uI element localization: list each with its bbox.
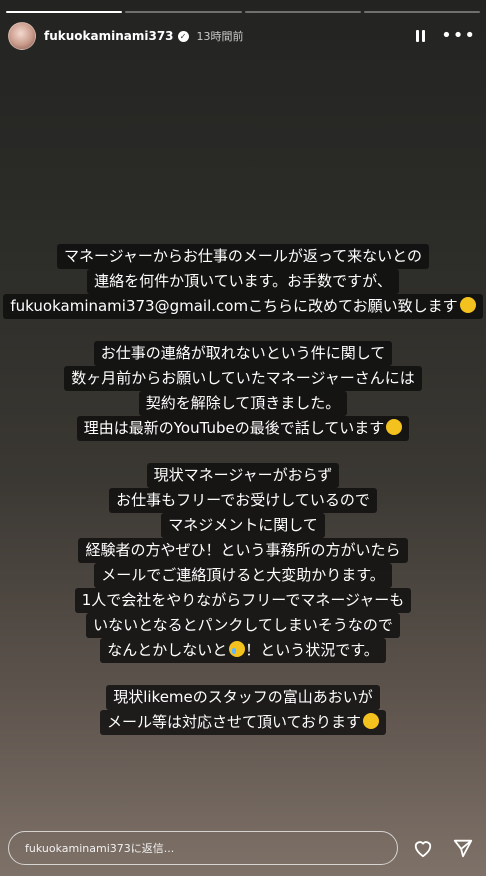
- verified-badge-icon: ✓: [177, 30, 189, 42]
- text-line: メール等は対応させて頂いております: [99, 710, 387, 735]
- text-line: いないとなるとパンクしてしまいそうなので: [86, 613, 400, 638]
- paragraph-2: お仕事の連絡が取れないという件に関して 数ヶ月前からお願いしていたマネージャーさ…: [0, 341, 486, 441]
- text-line: 理由は最新のYouTubeの最後で話しています: [76, 416, 410, 441]
- progress-segment: [125, 11, 242, 13]
- text-line: 経験者の方やぜひ！という事務所の方がいたら: [78, 538, 408, 563]
- text-line: お仕事の連絡が取れないという件に関して: [93, 341, 393, 366]
- bowing-emoji-icon: [386, 419, 403, 435]
- text-line: 契約を解除して頂きました。: [138, 391, 348, 416]
- story-progress-bar: [6, 11, 480, 13]
- pause-icon[interactable]: [416, 30, 426, 42]
- text-line: 連絡を何件か頂いています。お手数ですが、: [87, 269, 399, 294]
- avatar[interactable]: [8, 22, 36, 50]
- text-line: マネージャーからお仕事のメールが返って来ないとの: [56, 244, 430, 269]
- username[interactable]: fukuokaminami373: [44, 29, 174, 43]
- paragraph-1: マネージャーからお仕事のメールが返って来ないとの 連絡を何件か頂いています。お手…: [0, 244, 486, 319]
- text-line: 1人で会社をやりながらフリーでマネージャーも: [74, 588, 412, 613]
- text-line: 現状likemeのスタッフの富山あおいが: [106, 685, 380, 710]
- text-line: メールでご連絡頂けると大変助かります。: [94, 563, 392, 588]
- progress-segment: [6, 11, 123, 13]
- text-line: 現状マネージャーがおらず: [146, 463, 340, 488]
- post-time: 13時間前: [196, 30, 244, 43]
- text-line: お仕事もフリーでお受けしているので: [109, 488, 377, 513]
- paragraph-3: 現状マネージャーがおらず お仕事もフリーでお受けしているので マネジメントに関し…: [0, 463, 486, 663]
- story-header: fukuokaminami373 ✓ 13時間前 •••: [8, 22, 478, 50]
- more-icon[interactable]: •••: [441, 27, 476, 45]
- story-text: マネージャーからお仕事のメールが返って来ないとの 連絡を何件か頂いています。お手…: [0, 244, 486, 757]
- text-line: fukuokaminami373@gmail.comこちらに改めてお願い致します: [3, 294, 483, 319]
- text-line: なんとかしないと ！という状況です。: [100, 638, 386, 663]
- heart-icon[interactable]: [408, 833, 438, 863]
- story-footer: fukuokaminami373に返信...: [8, 830, 478, 866]
- progress-segment: [363, 11, 480, 13]
- paragraph-4: 現状likemeのスタッフの富山あおいが メール等は対応させて頂いております: [0, 685, 486, 735]
- bowing-emoji-icon: [459, 297, 476, 313]
- text-line: マネジメントに関して: [161, 513, 325, 538]
- text-line: 数ヶ月前からお願いしていたマネージャーさんには: [64, 366, 422, 391]
- reply-input[interactable]: fukuokaminami373に返信...: [8, 831, 398, 865]
- progress-segment: [244, 11, 361, 13]
- bowing-emoji-icon: [363, 713, 380, 729]
- send-icon[interactable]: [448, 833, 478, 863]
- crying-emoji-icon: [229, 641, 246, 657]
